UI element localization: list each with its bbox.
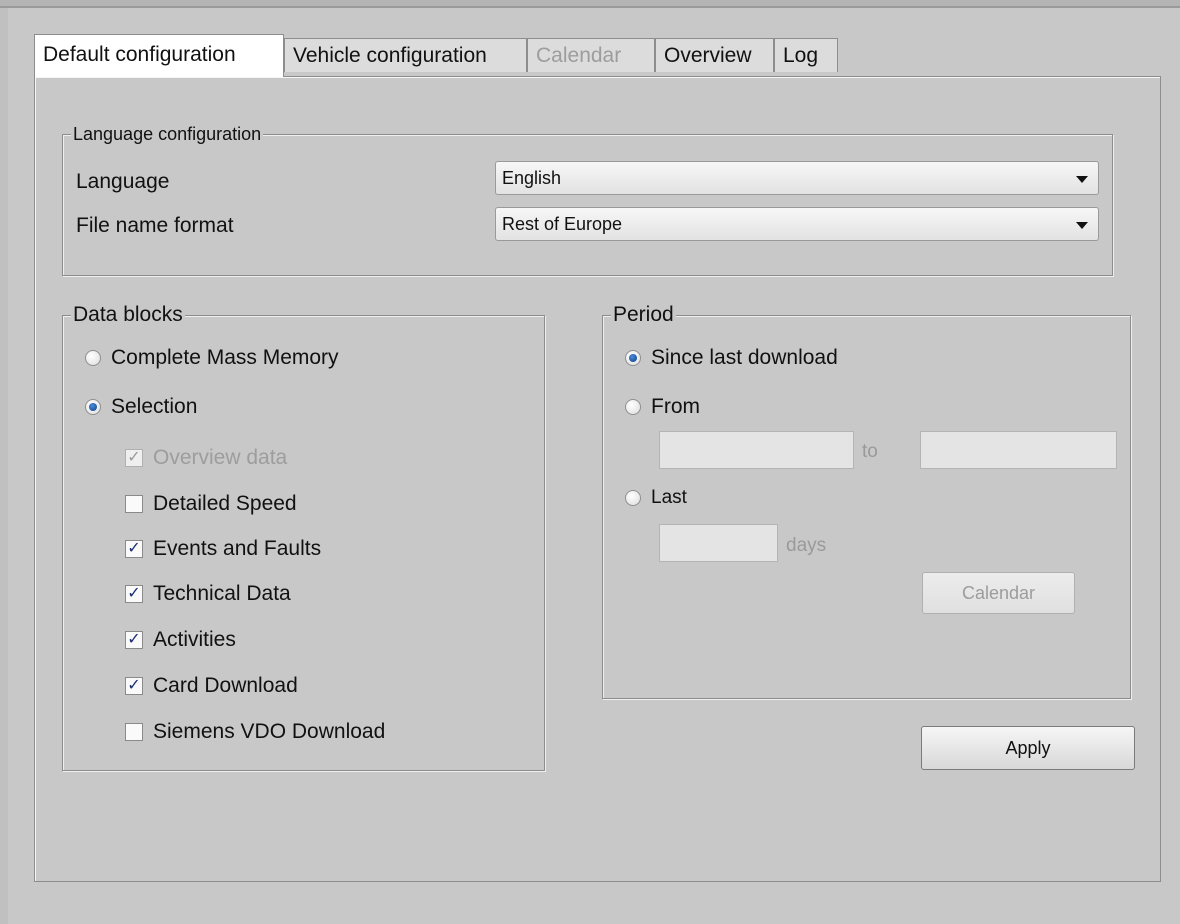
- file-name-format-value: Rest of Europe: [502, 214, 623, 234]
- since-last-download-label: Since last download: [651, 346, 838, 369]
- checkmark-icon: ✓: [125, 540, 143, 558]
- detailed-speed-checkbox[interactable]: Detailed Speed: [125, 490, 297, 518]
- detailed-speed-label: Detailed Speed: [153, 492, 297, 515]
- last-label: Last: [651, 487, 687, 508]
- complete-mass-memory-radio[interactable]: Complete Mass Memory: [85, 344, 339, 372]
- to-date-field[interactable]: [920, 431, 1117, 469]
- radio-unselected-icon: [625, 490, 641, 506]
- days-field[interactable]: [659, 524, 778, 562]
- radio-unselected-icon: [85, 350, 101, 366]
- data-blocks-legend: Data blocks: [71, 303, 185, 327]
- selection-label: Selection: [111, 395, 198, 418]
- tab-label: Calendar: [536, 44, 622, 67]
- tab-label: Log: [783, 44, 819, 67]
- tab-log[interactable]: Log: [774, 38, 838, 72]
- apply-button[interactable]: Apply: [921, 726, 1135, 770]
- tab-label: Vehicle configuration: [293, 44, 487, 67]
- overview-data-label: Overview data: [153, 446, 288, 469]
- language-select[interactable]: English: [495, 161, 1099, 195]
- radio-selected-icon: [625, 350, 641, 366]
- events-and-faults-label: Events and Faults: [153, 537, 322, 560]
- default-configuration-panel: Language configuration Language English …: [34, 76, 1161, 882]
- file-name-format-label: File name format: [76, 214, 234, 237]
- events-and-faults-checkbox[interactable]: ✓ Events and Faults: [125, 535, 321, 563]
- from-radio[interactable]: From: [625, 393, 700, 421]
- last-radio[interactable]: Last: [625, 484, 687, 512]
- from-date-field[interactable]: [659, 431, 854, 469]
- language-label: Language: [76, 170, 170, 193]
- checkbox-empty-icon: [125, 723, 143, 741]
- chevron-down-icon: [1076, 222, 1088, 229]
- to-label: to: [862, 441, 878, 462]
- calendar-button-label: Calendar: [961, 583, 1036, 603]
- language-configuration-group: Language configuration Language English …: [62, 123, 1113, 276]
- window-top-border: [0, 0, 1180, 8]
- tab-label: Default configuration: [43, 43, 236, 66]
- activities-label: Activities: [153, 628, 236, 651]
- language-select-value: English: [502, 168, 562, 188]
- apply-button-label: Apply: [1005, 738, 1051, 758]
- checkmark-icon: ✓: [125, 449, 143, 467]
- days-label: days: [786, 535, 827, 556]
- card-download-checkbox[interactable]: ✓ Card Download: [125, 672, 298, 700]
- file-name-format-select[interactable]: Rest of Europe: [495, 207, 1099, 241]
- tab-default-configuration[interactable]: Default configuration: [34, 34, 284, 77]
- calendar-button[interactable]: Calendar: [922, 572, 1075, 614]
- checkmark-icon: ✓: [125, 677, 143, 695]
- technical-data-checkbox[interactable]: ✓ Technical Data: [125, 580, 291, 608]
- radio-unselected-icon: [625, 399, 641, 415]
- selection-radio[interactable]: Selection: [85, 393, 197, 421]
- chevron-down-icon: [1076, 176, 1088, 183]
- window-left-border: [0, 8, 8, 924]
- complete-mass-memory-label: Complete Mass Memory: [111, 346, 339, 369]
- since-last-download-radio[interactable]: Since last download: [625, 344, 838, 372]
- tab-calendar[interactable]: Calendar: [527, 38, 655, 72]
- checkmark-icon: ✓: [125, 631, 143, 649]
- language-configuration-legend: Language configuration: [71, 123, 264, 145]
- radio-selected-icon: [85, 399, 101, 415]
- checkbox-empty-icon: [125, 495, 143, 513]
- tab-label: Overview: [664, 44, 752, 67]
- from-label: From: [651, 395, 700, 418]
- tab-overview[interactable]: Overview: [655, 38, 774, 72]
- period-legend: Period: [611, 303, 676, 327]
- technical-data-label: Technical Data: [153, 582, 291, 605]
- card-download-label: Card Download: [153, 674, 298, 697]
- period-group: Period Since last download From to Last …: [602, 303, 1131, 699]
- activities-checkbox[interactable]: ✓ Activities: [125, 626, 236, 654]
- checkmark-icon: ✓: [125, 585, 143, 603]
- data-blocks-group: Data blocks Complete Mass Memory Selecti…: [62, 303, 545, 771]
- overview-data-checkbox[interactable]: ✓ Overview data: [125, 444, 287, 472]
- siemens-vdo-download-label: Siemens VDO Download: [153, 720, 386, 743]
- siemens-vdo-download-checkbox[interactable]: Siemens VDO Download: [125, 718, 385, 746]
- tab-vehicle-configuration[interactable]: Vehicle configuration: [284, 38, 527, 72]
